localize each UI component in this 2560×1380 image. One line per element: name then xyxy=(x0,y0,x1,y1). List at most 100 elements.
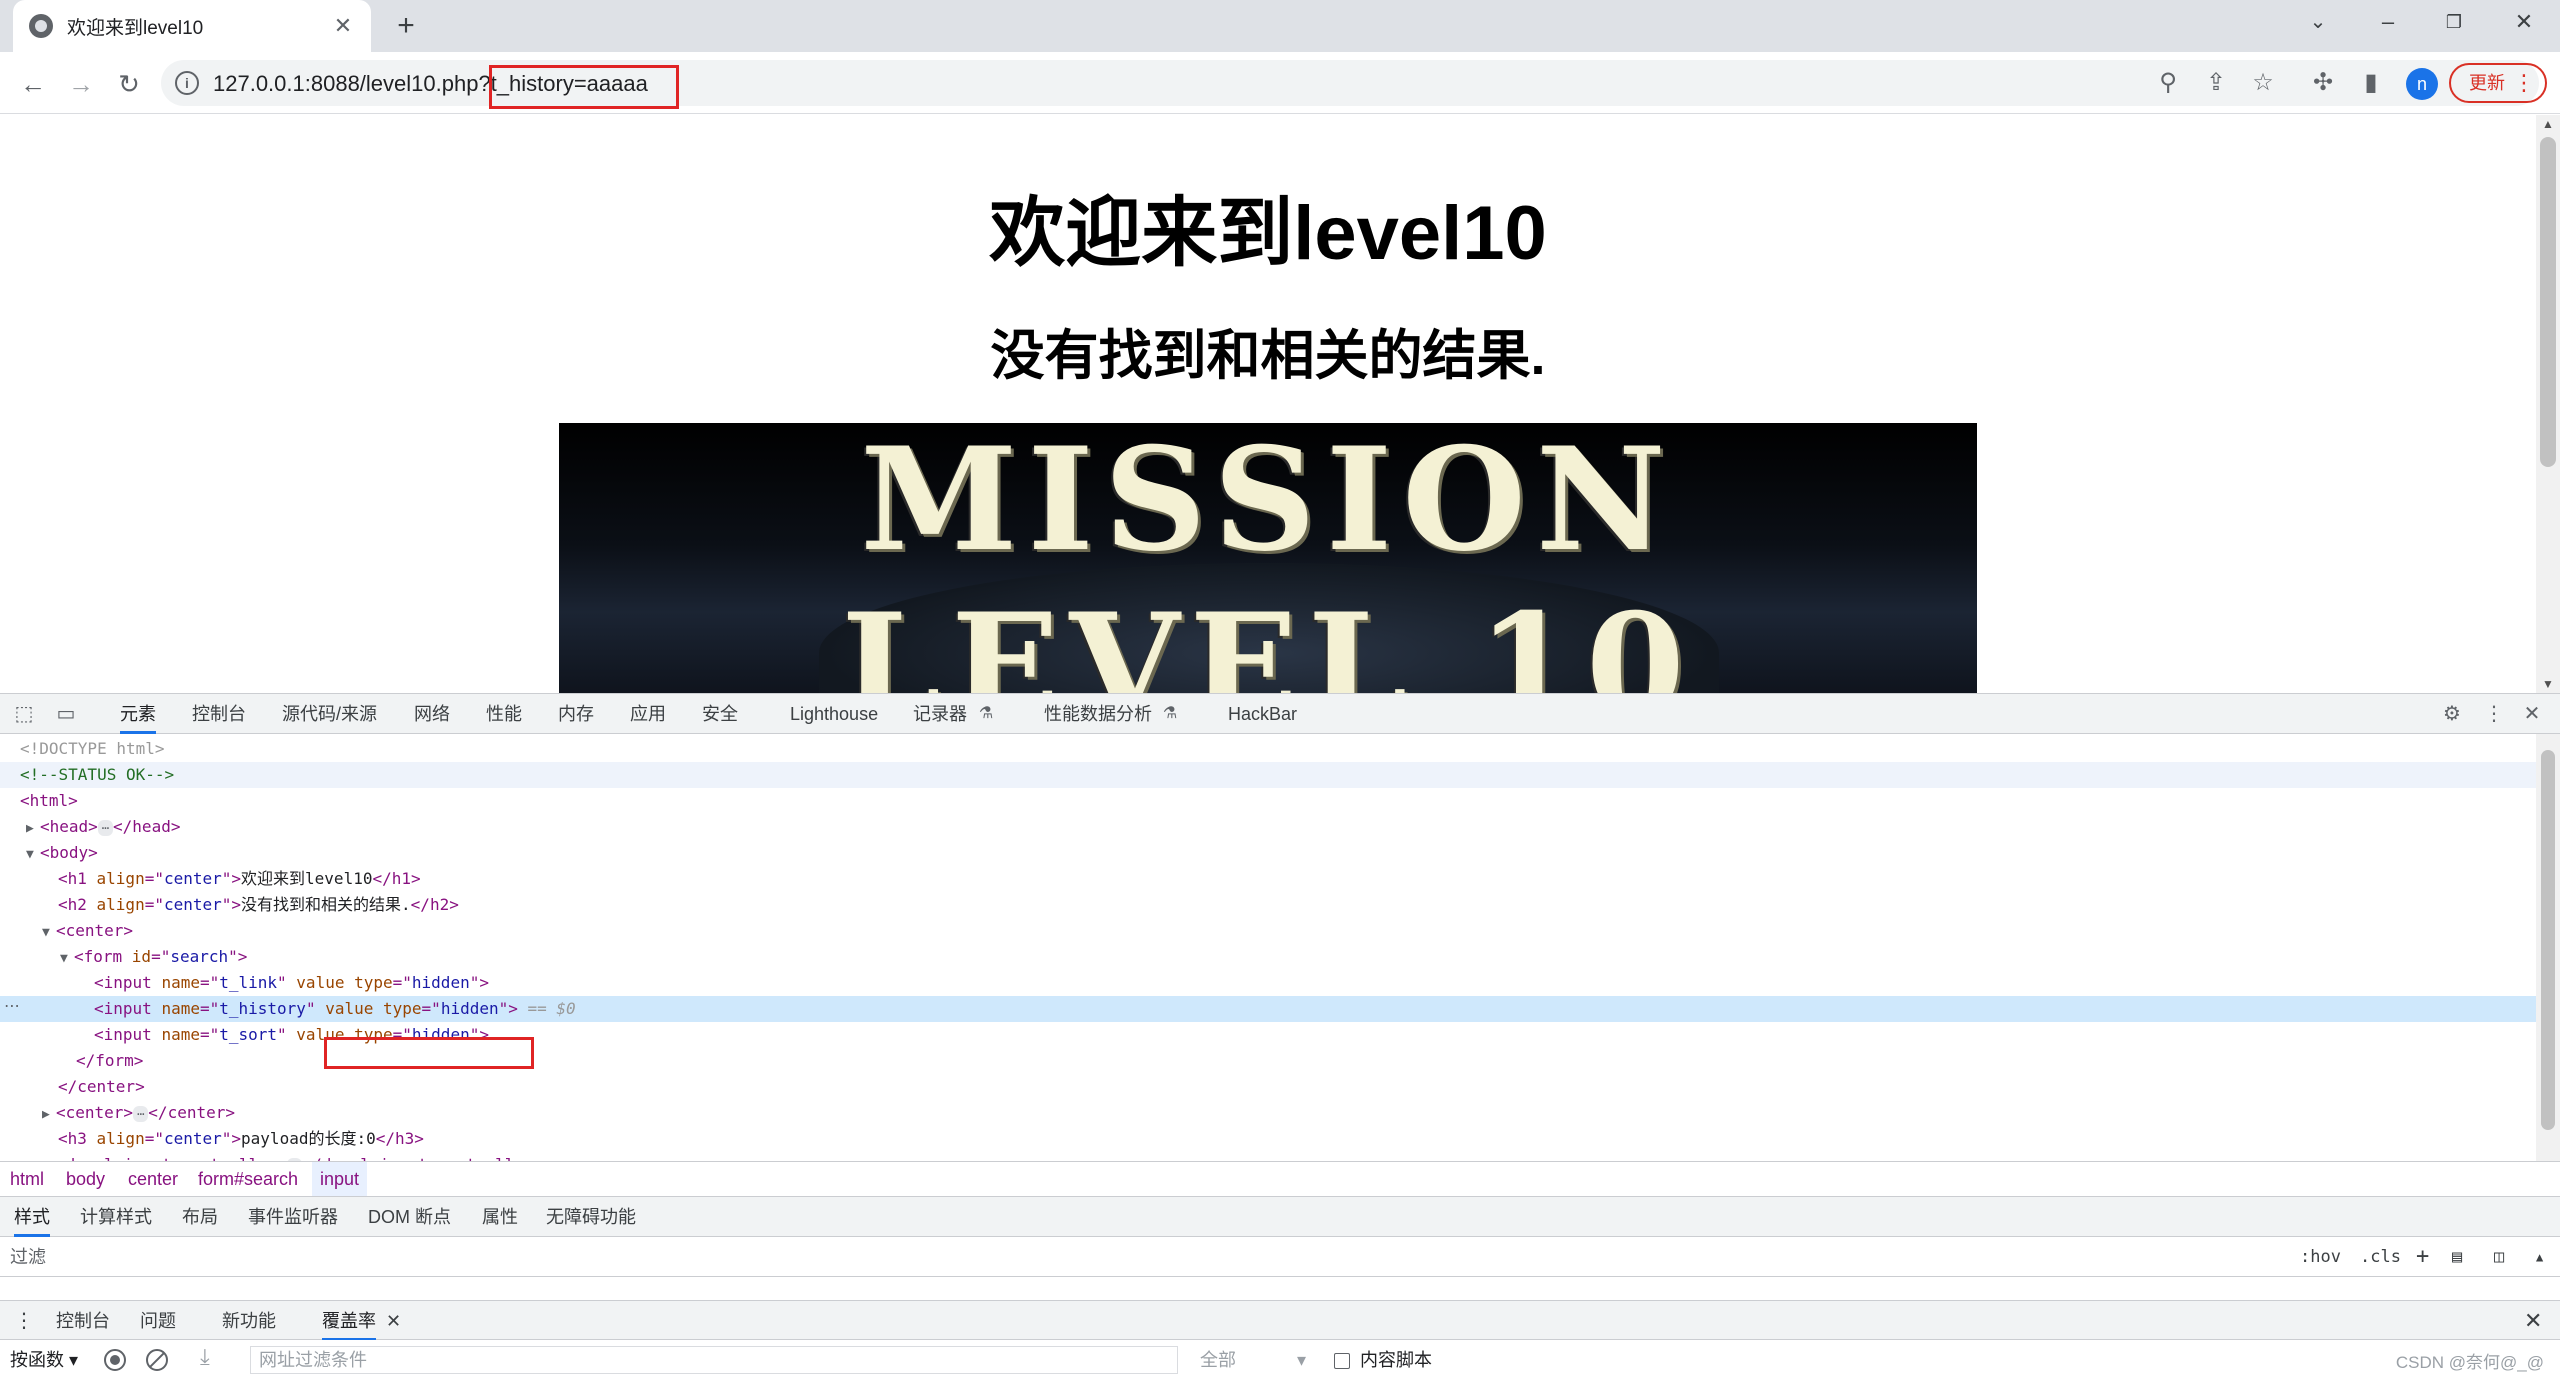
back-button[interactable]: ← xyxy=(15,66,51,102)
dom-scrollbar[interactable] xyxy=(2536,734,2560,1161)
export-download-icon[interactable]: ⤓ xyxy=(200,1344,210,1370)
tab-lighthouse[interactable]: Lighthouse xyxy=(790,694,878,734)
tab-performance[interactable]: 性能 xyxy=(486,694,522,734)
menu-kebab-icon[interactable]: ⋮ xyxy=(2513,65,2535,101)
dom-node-head[interactable]: ▶ <head> ⋯ </head> xyxy=(0,814,2536,840)
page-scroll-thumb[interactable] xyxy=(2540,137,2556,467)
tab-elements[interactable]: 元素 xyxy=(120,694,156,734)
tab-security[interactable]: 安全 xyxy=(702,694,738,734)
expand-arrow-icon[interactable]: ▶ xyxy=(26,816,40,842)
restore-button[interactable]: ❐ xyxy=(2424,0,2484,44)
tab-memory[interactable]: 内存 xyxy=(558,694,594,734)
expand-arrow-icon[interactable]: ▶ xyxy=(42,1154,56,1161)
drawer-tab-issues[interactable]: 问题 xyxy=(140,1301,176,1341)
tab-hackbar[interactable]: HackBar xyxy=(1228,694,1297,734)
collapse-arrow-icon[interactable]: ▼ xyxy=(26,842,40,868)
url-filter-input[interactable]: 网址过滤条件 xyxy=(250,1346,1178,1374)
browser-tab[interactable]: 欢迎来到level10 ✕ xyxy=(13,0,371,52)
extensions-puzzle-icon[interactable]: ✣ xyxy=(2306,66,2340,100)
side-panel-icon[interactable]: ▮ xyxy=(2354,66,2388,100)
breadcrumb-input[interactable]: input xyxy=(312,1162,368,1196)
devtools-close-icon[interactable]: ✕ xyxy=(2518,700,2546,728)
row-options-icon[interactable]: ⋯ xyxy=(4,996,20,1016)
tab-network[interactable]: 网络 xyxy=(414,694,450,734)
page-scrollbar[interactable]: ▲ ▼ xyxy=(2536,115,2560,693)
type-filter-select[interactable]: 全部 ▾ xyxy=(1200,1346,1306,1374)
ellipsis-icon[interactable]: ⋯ xyxy=(97,820,114,836)
subtab-computed[interactable]: 计算样式 xyxy=(80,1197,152,1237)
sidebar-toggle-icon[interactable]: ◫ xyxy=(2494,1237,2504,1277)
type-filter-value: 全部 xyxy=(1200,1350,1236,1370)
dom-node-center-2[interactable]: ▶ <center> ⋯ </center> xyxy=(0,1100,2536,1126)
share-icon[interactable]: ⇪ xyxy=(2199,66,2233,100)
tab-close-icon[interactable]: ✕ xyxy=(331,13,355,39)
dom-node-h2[interactable]: <h2 align="center">没有找到和相关的结果.</h2> xyxy=(0,892,2536,918)
dom-node-h3[interactable]: <h3 align="center">payload的长度:0</h3> xyxy=(0,1126,2536,1152)
subtab-styles[interactable]: 样式 xyxy=(14,1197,50,1237)
scroll-up-icon[interactable]: ▲ xyxy=(2536,117,2560,131)
bookmark-star-icon[interactable]: ☆ xyxy=(2246,66,2280,100)
content-scripts-checkbox[interactable] xyxy=(1334,1353,1350,1369)
devtools-menu-icon[interactable]: ⋮ xyxy=(2480,700,2508,728)
new-tab-button[interactable]: + xyxy=(388,8,424,44)
tab-sources[interactable]: 源代码/来源 xyxy=(282,694,377,734)
element-state-icon[interactable]: ▤ xyxy=(2452,1237,2462,1277)
subtab-accessibility[interactable]: 无障碍功能 xyxy=(546,1197,636,1237)
dom-scroll-thumb[interactable] xyxy=(2541,750,2555,1130)
inspect-element-icon[interactable]: ⬚ xyxy=(10,700,38,728)
coverage-tab-close-icon[interactable]: ✕ xyxy=(386,1301,401,1341)
zoom-icon[interactable]: ⚲ xyxy=(2151,66,2185,100)
new-rule-plus-icon[interactable]: + xyxy=(2416,1237,2429,1277)
expand-arrow-icon[interactable]: ▶ xyxy=(42,1102,56,1128)
collapse-arrow-icon[interactable]: ▼ xyxy=(42,920,56,946)
filter-scroll-icon[interactable]: ▲ xyxy=(2536,1237,2543,1277)
dom-node-h1[interactable]: <h1 align="center">欢迎来到level10</h1> xyxy=(0,866,2536,892)
drawer-tab-coverage[interactable]: 覆盖率 xyxy=(322,1301,376,1341)
breadcrumb-center[interactable]: center xyxy=(128,1162,178,1196)
drawer-menu-icon[interactable]: ⋮ xyxy=(14,1301,34,1341)
drawer-tab-console[interactable]: 控制台 xyxy=(56,1301,110,1341)
profile-avatar[interactable]: n xyxy=(2406,68,2438,100)
settings-gear-icon[interactable]: ⚙ xyxy=(2438,700,2466,728)
subtab-properties[interactable]: 属性 xyxy=(482,1197,518,1237)
dom-node-input-t-link[interactable]: <input name="t_link" value type="hidden"… xyxy=(0,970,2536,996)
record-icon[interactable] xyxy=(104,1349,126,1371)
subtab-event-listeners[interactable]: 事件监听器 xyxy=(248,1197,338,1237)
collapse-arrow-icon[interactable]: ▼ xyxy=(60,946,74,972)
device-toolbar-icon[interactable]: ▭ xyxy=(52,700,80,728)
styles-filter-input[interactable]: 过滤 xyxy=(10,1237,46,1277)
drawer-tab-whats-new[interactable]: 新功能 xyxy=(222,1301,276,1341)
forward-button[interactable]: → xyxy=(63,66,99,102)
dom-node-center[interactable]: ▼ <center> xyxy=(0,918,2536,944)
tab-console[interactable]: 控制台 xyxy=(192,694,246,734)
hov-toggle[interactable]: :hov xyxy=(2300,1237,2341,1277)
minimize-button[interactable]: – xyxy=(2358,0,2418,44)
clear-icon[interactable] xyxy=(146,1349,168,1371)
dom-node-form[interactable]: ▼ <form id="search"> xyxy=(0,944,2536,970)
ellipsis-icon[interactable]: ⋯ xyxy=(133,1106,149,1122)
dom-node-deepl[interactable]: ▶<deepl-input-controller>⋯</deepl-input-… xyxy=(0,1152,2536,1161)
cls-toggle[interactable]: .cls xyxy=(2360,1237,2401,1277)
subtab-layout[interactable]: 布局 xyxy=(182,1197,218,1237)
drawer-close-icon[interactable]: ✕ xyxy=(2524,1301,2542,1341)
dom-node-input-t-history[interactable]: <input name="t_history" value type="hidd… xyxy=(0,996,2536,1022)
dom-node-doctype[interactable]: <!DOCTYPE html> xyxy=(0,736,2536,762)
breadcrumb-form[interactable]: form#search xyxy=(198,1162,298,1196)
update-button[interactable]: 更新 ⋮ xyxy=(2449,63,2547,103)
window-close-button[interactable]: ✕ xyxy=(2494,0,2554,44)
dom-node-body[interactable]: ▼ <body> xyxy=(0,840,2536,866)
site-info-icon[interactable]: i xyxy=(175,71,199,95)
breadcrumb-html[interactable]: html xyxy=(10,1162,44,1196)
tab-application[interactable]: 应用 xyxy=(630,694,666,734)
granularity-select[interactable]: 按函数 ▾ xyxy=(10,1340,78,1380)
breadcrumb-body[interactable]: body xyxy=(66,1162,105,1196)
dom-node-comment[interactable]: <!--STATUS OK--> xyxy=(0,762,2536,788)
dom-node-center-close[interactable]: </center> xyxy=(0,1074,2536,1100)
tab-recorder[interactable]: 记录器 xyxy=(913,694,967,734)
tab-performance-insights[interactable]: 性能数据分析 xyxy=(1044,694,1152,734)
subtab-dom-breakpoints[interactable]: DOM 断点 xyxy=(368,1197,451,1237)
scroll-down-icon[interactable]: ▼ xyxy=(2536,677,2560,691)
tab-search-icon[interactable]: ⌄ xyxy=(2288,0,2348,44)
reload-button[interactable]: ↻ xyxy=(111,66,147,102)
dom-node-html[interactable]: <html> xyxy=(0,788,2536,814)
